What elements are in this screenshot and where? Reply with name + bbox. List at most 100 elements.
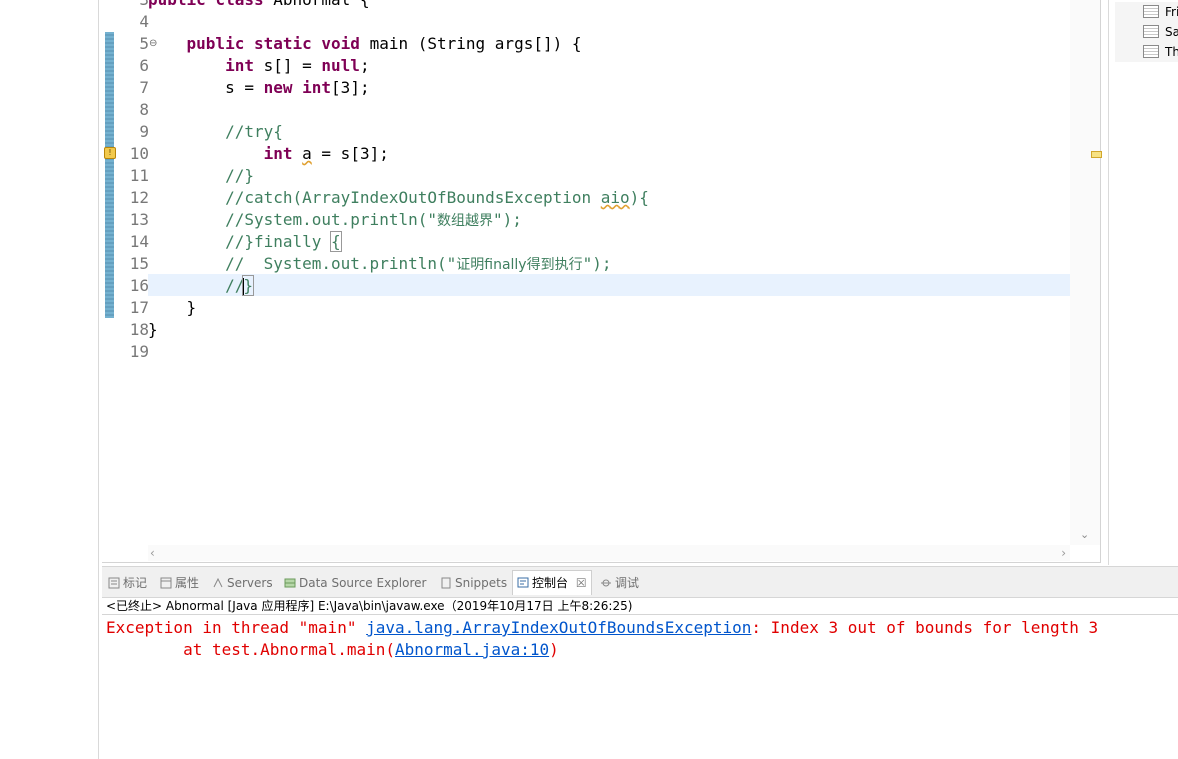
comment-chinese-text: 数组越界 <box>436 213 493 229</box>
stack-trace-link[interactable]: Abnormal.java:10 <box>395 640 549 659</box>
tab-debug[interactable]: 调试 <box>600 574 639 592</box>
comment: //} <box>225 166 254 185</box>
comment: // <box>225 276 245 295</box>
code-line: public class Abnormal { <box>148 0 370 11</box>
console-output-line: at test.Abnormal.main(Abnormal.java:10) <box>106 639 559 661</box>
warning-icon[interactable]: ! <box>104 147 116 159</box>
keyword: void <box>321 34 360 53</box>
comment-chinese-text: 证明finally得到执行 <box>456 257 583 273</box>
tab-snippets[interactable]: Snippets <box>440 574 507 592</box>
line-number: 14 <box>129 232 149 251</box>
keyword: class <box>215 0 263 9</box>
outline-item-label: Th <box>1165 45 1178 59</box>
code-line: int s[] = null; <box>148 55 370 77</box>
comment: //}finally <box>225 232 332 251</box>
tab-label: 调试 <box>615 576 640 590</box>
horizontal-scrollbar[interactable]: ‹ › <box>148 545 1070 561</box>
tab-console[interactable]: 控制台 ☒ <box>512 570 592 595</box>
line-number: 18 <box>129 320 149 339</box>
comment: //try{ <box>225 122 283 141</box>
properties-icon <box>160 577 172 589</box>
line-number: 7 <box>139 78 149 97</box>
keyword: int <box>225 56 254 75</box>
keyword: int <box>302 78 332 97</box>
outline-item[interactable]: Th <box>1115 42 1178 62</box>
code-line: int a = s[3]; <box>148 143 389 165</box>
error-text: Exception in thread "main" <box>106 618 367 637</box>
outline-item[interactable]: Fri <box>1115 2 1178 22</box>
code-text: } <box>186 298 197 317</box>
code-line: //System.out.println("数组越界"); <box>148 209 522 231</box>
code-text: [3]; <box>331 78 370 97</box>
tab-label: 属性 <box>175 576 200 590</box>
line-number: 11 <box>129 166 149 185</box>
keyword: int <box>263 144 293 163</box>
comment: "); <box>492 210 522 229</box>
exception-link[interactable]: java.lang.ArrayIndexOutOfBoundsException <box>366 618 751 637</box>
comment: //System.out.println(" <box>225 210 437 229</box>
console-output-line: Exception in thread "main" java.lang.Arr… <box>106 617 1098 639</box>
matching-bracket: } <box>242 275 254 296</box>
code-text: Abnormal { <box>264 0 369 9</box>
outline-panel: Fri Sa Th <box>1108 0 1178 565</box>
table-icon <box>1143 5 1159 18</box>
code-text: s[] = <box>253 56 322 75</box>
code-line: //} <box>148 165 254 187</box>
outline-item[interactable]: Sa <box>1115 22 1178 42</box>
console-view: 标记 属性 Servers Data Source Explorer Snipp… <box>102 566 1178 759</box>
tab-properties[interactable]: 属性 <box>160 574 199 592</box>
keyword: new <box>263 78 293 97</box>
code-text-area[interactable]: public class Abnormal { public static vo… <box>148 0 1070 545</box>
code-text: main (String args[]) { <box>359 34 582 53</box>
line-number: 16 <box>129 276 149 295</box>
code-line: //} <box>148 275 254 297</box>
code-line: } <box>148 297 197 319</box>
scroll-right-icon[interactable]: › <box>1061 545 1066 561</box>
keyword: public <box>186 34 245 53</box>
error-text: ) <box>549 640 559 659</box>
line-number: 13 <box>129 210 149 229</box>
console-icon <box>517 577 529 588</box>
line-number: 17 <box>129 298 149 317</box>
line-number-gutter: 3 4 5 ⊖ 6 7 8 9 10 11 12 13 14 15 16 17 … <box>116 0 157 545</box>
line-number: 8 <box>139 100 149 119</box>
code-line: //catch(ArrayIndexOutOfBoundsException a… <box>148 187 649 209</box>
tab-markers[interactable]: 标记 <box>108 574 147 592</box>
tab-label: Servers <box>227 576 273 590</box>
markers-icon <box>108 577 120 589</box>
tab-data-source-explorer[interactable]: Data Source Explorer <box>284 574 426 592</box>
tab-servers[interactable]: Servers <box>212 574 273 592</box>
close-icon[interactable]: ☒ <box>576 576 587 590</box>
line-number: 3 <box>116 0 149 11</box>
scroll-left-icon[interactable]: ‹ <box>150 545 155 561</box>
code-editor[interactable]: ! 3 4 5 ⊖ 6 7 8 9 10 11 12 13 14 15 16 1… <box>102 0 1102 563</box>
datasource-icon <box>284 578 296 588</box>
code-text: s = <box>225 78 264 97</box>
unused-variable[interactable]: a <box>302 144 312 163</box>
tab-label: Data Source Explorer <box>299 576 427 590</box>
view-tab-bar: 标记 属性 Servers Data Source Explorer Snipp… <box>102 566 1178 598</box>
comment: //catch(ArrayIndexOutOfBoundsException <box>225 188 601 207</box>
line-number: 5 <box>139 34 149 53</box>
comment: // System.out.println(" <box>225 254 457 273</box>
code-line: public static void main (String args[]) … <box>148 33 582 55</box>
line-number: 10 <box>129 144 149 163</box>
overview-ruler[interactable]: ⌄ <box>1070 0 1102 545</box>
warning-marker[interactable] <box>1091 151 1102 158</box>
scroll-down-icon[interactable]: ⌄ <box>1080 528 1089 541</box>
table-icon <box>1143 45 1159 58</box>
